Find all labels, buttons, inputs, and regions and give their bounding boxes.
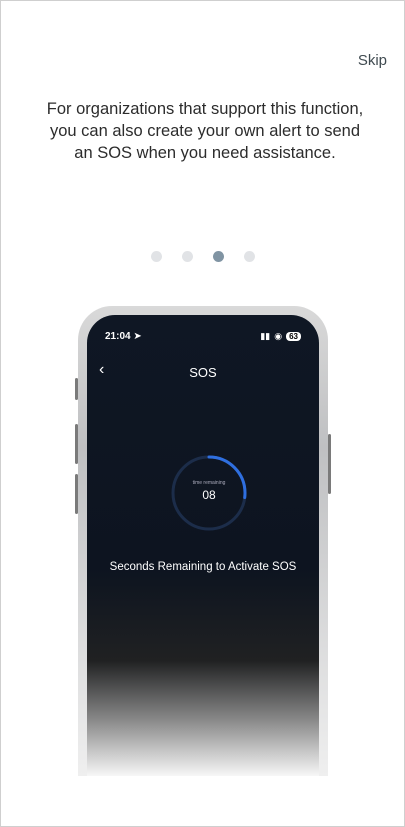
- status-icons: ▮▮ ◉ 63: [260, 331, 301, 342]
- page-dot-3-active[interactable]: [212, 251, 224, 262]
- phone-volume-down-button: [75, 474, 78, 514]
- timer-value: 08: [202, 488, 216, 502]
- page-dot-1[interactable]: [150, 251, 162, 262]
- skip-button[interactable]: Skip: [358, 52, 387, 69]
- phone-side-button: [75, 378, 78, 400]
- phone-screen: 21:04 ➤ ▮▮ ◉ 63 ‹ SOS time remaining 08 …: [87, 315, 319, 776]
- countdown-message: Seconds Remaining to Activate SOS: [109, 561, 297, 573]
- sos-nav-bar: ‹ SOS: [87, 359, 319, 385]
- status-time-group: 21:04 ➤: [105, 331, 142, 342]
- signal-icon: ▮▮: [260, 331, 271, 341]
- status-bar: 21:04 ➤ ▮▮ ◉ 63: [105, 331, 301, 342]
- phone-volume-up-button: [75, 424, 78, 464]
- timer-readout: time remaining 08: [169, 480, 249, 502]
- page-indicator: [0, 251, 405, 262]
- status-time: 21:04: [105, 331, 131, 342]
- battery-icon: 63: [286, 332, 301, 341]
- onboarding-description: For organizations that support this func…: [46, 100, 364, 162]
- location-arrow-icon: ➤: [133, 331, 142, 342]
- timer-label: time remaining: [192, 480, 226, 486]
- wifi-icon: ◉: [274, 331, 283, 341]
- phone-mockup: 21:04 ➤ ▮▮ ◉ 63 ‹ SOS time remaining 08 …: [75, 306, 331, 776]
- page-dot-2[interactable]: [181, 251, 193, 262]
- sos-title: SOS: [189, 364, 217, 380]
- page-dot-4[interactable]: [243, 251, 255, 262]
- chevron-left-icon[interactable]: ‹: [99, 361, 104, 379]
- phone-power-button: [328, 434, 331, 494]
